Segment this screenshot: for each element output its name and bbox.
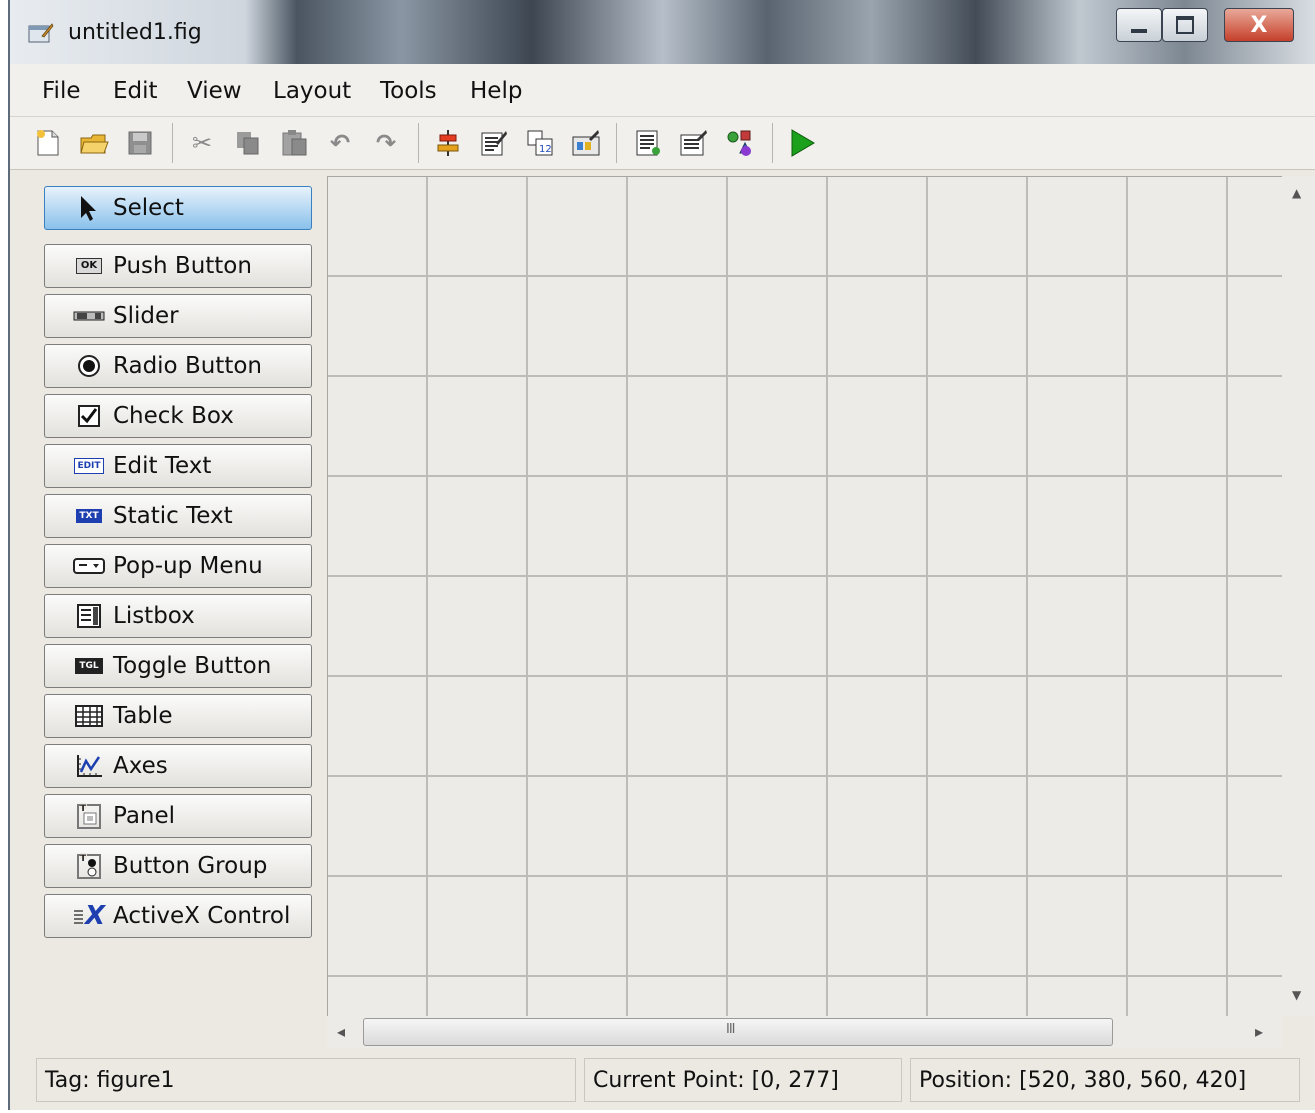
minimize-icon <box>1131 29 1147 33</box>
menu-edit[interactable]: Edit <box>113 78 158 104</box>
redo-icon[interactable]: ↷ <box>370 127 402 159</box>
palette-label: Select <box>113 195 184 221</box>
scroll-left-icon[interactable]: ◂ <box>337 1022 345 1041</box>
static-text-icon: TXT <box>69 509 109 523</box>
palette-label: Pop-up Menu <box>113 553 263 579</box>
tab-order-icon[interactable]: 12 <box>524 127 556 159</box>
palette-label: Static Text <box>113 503 233 529</box>
paste-icon[interactable] <box>278 127 310 159</box>
palette-slider[interactable]: Slider <box>44 294 312 338</box>
svg-text:T: T <box>80 854 87 864</box>
toolbar-separator <box>772 123 773 163</box>
minimize-button[interactable] <box>1116 8 1162 42</box>
palette-label: Panel <box>113 803 176 829</box>
toolbar-separator <box>172 123 173 163</box>
palette-button-group[interactable]: T Button Group <box>44 844 312 888</box>
scroll-thumb[interactable]: III <box>363 1018 1113 1046</box>
maximize-button[interactable] <box>1162 8 1208 42</box>
palette-label: Slider <box>113 303 179 329</box>
save-icon[interactable] <box>124 127 156 159</box>
menu-bar: File Edit View Layout Tools Help <box>10 64 1315 117</box>
palette-edit-text[interactable]: EDIT Edit Text <box>44 444 312 488</box>
palette-select[interactable]: Select <box>44 186 312 230</box>
object-browser-icon[interactable] <box>724 127 756 159</box>
scroll-right-icon[interactable]: ▸ <box>1255 1022 1263 1041</box>
title-bar[interactable]: untitled1.fig X <box>10 0 1315 65</box>
palette-label: Table <box>113 703 173 729</box>
palette-label: Radio Button <box>113 353 262 379</box>
palette-push-button[interactable]: OK Push Button <box>44 244 312 288</box>
toolbar-editor-icon[interactable] <box>570 127 602 159</box>
editor-icon[interactable] <box>632 127 664 159</box>
status-current-point: Current Point: [0, 277] <box>584 1058 902 1102</box>
svg-text:12: 12 <box>539 144 552 155</box>
palette-axes[interactable]: Axes <box>44 744 312 788</box>
palette-panel[interactable]: T Panel <box>44 794 312 838</box>
arrow-icon <box>69 194 109 222</box>
palette-static-text[interactable]: TXT Static Text <box>44 494 312 538</box>
palette-label: ActiveX Control <box>113 903 291 929</box>
activex-icon: X <box>69 903 109 929</box>
slider-icon <box>69 311 109 321</box>
align-icon[interactable] <box>432 127 464 159</box>
menu-layout[interactable]: Layout <box>273 78 351 104</box>
toggle-button-icon: TGL <box>69 658 109 674</box>
table-icon <box>69 705 109 727</box>
palette-check-box[interactable]: Check Box <box>44 394 312 438</box>
palette-activex-control[interactable]: X ActiveX Control <box>44 894 312 938</box>
guide-window: untitled1.fig X File Edit View Layout To… <box>8 0 1315 1110</box>
palette-label: Edit Text <box>113 453 212 479</box>
axes-icon <box>69 753 109 779</box>
run-icon[interactable] <box>786 127 818 159</box>
palette-popup-menu[interactable]: Pop-up Menu <box>44 544 312 588</box>
open-icon[interactable] <box>78 127 110 159</box>
status-bar: Tag: figure1 Current Point: [0, 277] Pos… <box>10 1052 1315 1108</box>
edit-text-icon: EDIT <box>69 458 109 474</box>
palette-table[interactable]: Table <box>44 694 312 738</box>
close-icon: X <box>1250 12 1268 38</box>
popup-menu-icon <box>69 558 109 574</box>
menu-tools[interactable]: Tools <box>380 78 437 104</box>
close-button[interactable]: X <box>1224 8 1294 42</box>
palette-label: Toggle Button <box>113 653 272 679</box>
palette-listbox[interactable]: Listbox <box>44 594 312 638</box>
layout-grid-canvas[interactable] <box>327 176 1283 1017</box>
maximize-icon <box>1176 16 1194 34</box>
menu-view[interactable]: View <box>187 78 242 104</box>
scroll-down-icon[interactable]: ▼ <box>1292 988 1301 1002</box>
status-tag: Tag: figure1 <box>36 1058 576 1102</box>
menu-help[interactable]: Help <box>470 78 522 104</box>
push-button-icon: OK <box>69 258 109 274</box>
menu-file[interactable]: File <box>42 78 81 104</box>
toolbar-separator <box>418 123 419 163</box>
property-inspector-icon[interactable] <box>678 127 710 159</box>
radio-icon <box>69 354 109 378</box>
new-icon[interactable] <box>32 127 64 159</box>
scroll-up-icon[interactable]: ▲ <box>1292 186 1301 200</box>
toolbar: ✂ ↶ ↷ 12 <box>10 117 1315 170</box>
palette-label: Axes <box>113 753 168 779</box>
palette-label: Check Box <box>113 403 234 429</box>
window-title: untitled1.fig <box>68 20 202 45</box>
palette-label: Button Group <box>113 853 268 879</box>
figure-file-icon <box>28 22 54 44</box>
toolbar-separator <box>616 123 617 163</box>
status-position: Position: [520, 380, 560, 420] <box>910 1058 1300 1102</box>
listbox-icon <box>69 604 109 628</box>
palette-toggle-button[interactable]: TGL Toggle Button <box>44 644 312 688</box>
palette-label: Push Button <box>113 253 252 279</box>
button-group-icon: T <box>69 852 109 880</box>
menu-editor-icon[interactable] <box>478 127 510 159</box>
undo-icon[interactable]: ↶ <box>324 127 356 159</box>
horizontal-scrollbar[interactable]: ◂ III ▸ <box>327 1016 1282 1048</box>
vertical-scrollbar[interactable]: ▲ ▼ <box>1282 176 1315 1016</box>
cut-icon[interactable]: ✂ <box>186 127 218 159</box>
grip-icon: III <box>726 1022 735 1037</box>
panel-icon: T <box>69 802 109 830</box>
checkbox-icon <box>69 404 109 428</box>
component-palette: Select OK Push Button Slider Radio Butto… <box>10 170 326 1050</box>
palette-label: Listbox <box>113 603 195 629</box>
palette-radio-button[interactable]: Radio Button <box>44 344 312 388</box>
copy-icon[interactable] <box>232 127 264 159</box>
